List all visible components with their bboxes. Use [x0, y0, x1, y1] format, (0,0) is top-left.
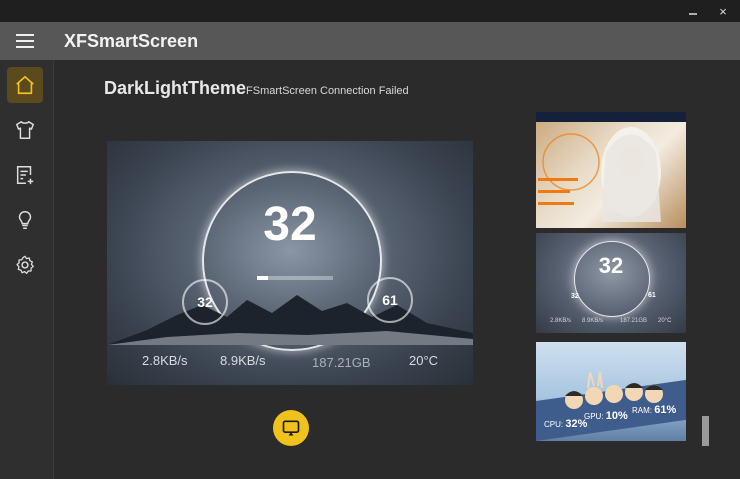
- sidebar-item-editor[interactable]: [7, 157, 43, 193]
- preview-big-value: 32: [263, 198, 317, 251]
- sidebar-item-home[interactable]: [7, 67, 43, 103]
- home-icon: [16, 75, 34, 95]
- gpu-stat: GPU: 10%: [584, 410, 628, 422]
- preview-download: 8.9KB/s: [220, 353, 266, 368]
- minimize-button[interactable]: [678, 0, 708, 22]
- close-icon: ×: [719, 3, 727, 19]
- theme-thumbnail-anime[interactable]: [536, 112, 686, 228]
- preview-upload: 2.8KB/s: [142, 353, 188, 368]
- cast-icon: [282, 420, 300, 436]
- thumbnail-stat-temperature: 20°C: [658, 318, 672, 324]
- thumbnail-stat-storage: 187.21GB: [620, 318, 648, 324]
- thumbnail-right-value: 61: [648, 292, 656, 299]
- theme-heading: DarkLightThemeFSmartScreen Connection Fa…: [104, 78, 409, 99]
- gpu-value: 10%: [605, 410, 628, 422]
- sidebar: [0, 60, 54, 479]
- preview-right-value: 61: [382, 292, 398, 308]
- theme-thumbnail-cartoon[interactable]: CPU: 32% GPU: 10% RAM: 61%: [536, 342, 686, 441]
- preview-right-gauge: 61: [367, 277, 413, 323]
- edit-note-icon: [16, 166, 34, 185]
- sidebar-item-settings[interactable]: [7, 247, 43, 283]
- ram-stat: RAM: 61%: [632, 404, 676, 416]
- gear-icon: [16, 255, 34, 274]
- ram-label: RAM:: [632, 406, 652, 415]
- thumbnail-big-value: 32: [598, 253, 624, 278]
- app-header: XFSmartScreen: [0, 22, 740, 60]
- theme-preview[interactable]: 32 32 61 2.8KB/s 8.9KB/s 187.21GB 20°C: [107, 141, 473, 385]
- window-titlebar: ×: [0, 0, 740, 22]
- minimize-icon: [689, 13, 697, 15]
- preview-left-value: 32: [197, 294, 213, 310]
- thumbnail-left-value: 32: [571, 293, 579, 300]
- lightbulb-icon: [18, 211, 32, 229]
- cpu-stat: CPU: 32%: [544, 418, 587, 430]
- mountain-graphic: [107, 295, 473, 345]
- sidebar-item-ideas[interactable]: [7, 202, 43, 238]
- thumbnail-header-strip: [536, 112, 686, 122]
- connection-status: FSmartScreen Connection Failed: [246, 85, 409, 97]
- gpu-label: GPU:: [584, 412, 604, 421]
- sidebar-item-theme[interactable]: [7, 112, 43, 148]
- preview-left-gauge: 32: [182, 279, 228, 325]
- cast-button[interactable]: [273, 410, 309, 446]
- menu-icon[interactable]: [16, 34, 34, 48]
- shirt-icon: [16, 121, 34, 139]
- theme-name: DarkLightTheme: [104, 78, 247, 98]
- thumbnail-scrollbar[interactable]: [702, 416, 709, 446]
- cpu-label: CPU:: [544, 420, 564, 429]
- preview-temperature: 20°C: [409, 353, 439, 368]
- thumbnail-stat-upload: 2.8KB/s: [550, 318, 572, 324]
- app-title: XFSmartScreen: [64, 31, 199, 51]
- ram-value: 61%: [654, 404, 677, 416]
- preview-storage: 187.21GB: [312, 355, 371, 370]
- close-button[interactable]: ×: [708, 0, 738, 22]
- thumbnail-stat-download: 8.9KB/s: [582, 318, 604, 324]
- anime-artwork: [538, 127, 661, 222]
- theme-thumbnail-darklight[interactable]: 32 32 61 2.8KB/s 8.9KB/s 187.21GB 20°C: [536, 233, 686, 333]
